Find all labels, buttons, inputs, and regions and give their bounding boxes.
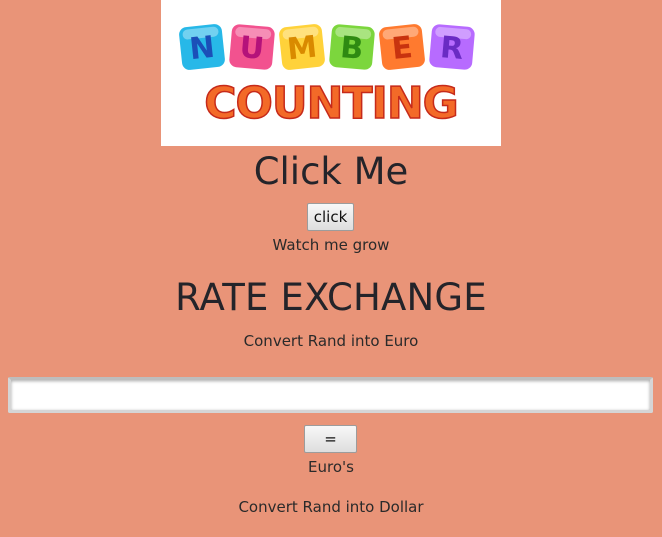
- svg-text:B: B: [339, 30, 365, 67]
- svg-text:U: U: [238, 30, 265, 67]
- watch-me-grow-text: Watch me grow: [272, 236, 390, 254]
- euro-result-text: Euro's: [308, 458, 354, 476]
- convert-equals-button[interactable]: =: [304, 425, 357, 453]
- convert-rand-dollar-label: Convert Rand into Dollar: [238, 498, 424, 516]
- click-me-heading: Click Me: [253, 150, 409, 193]
- logo-letter-block: M: [276, 21, 328, 73]
- logo-graphic: N U M B E RCOUNTINGCOUNTING: [176, 21, 478, 132]
- rand-amount-input[interactable]: [8, 377, 653, 413]
- click-button[interactable]: click: [307, 203, 354, 231]
- logo-letter-block: R: [426, 21, 478, 73]
- logo-letter-block: U: [226, 21, 278, 73]
- logo-letter-block: N: [176, 21, 228, 73]
- logo-letter-block: E: [376, 21, 428, 73]
- svg-text:N: N: [188, 30, 217, 67]
- svg-text:M: M: [285, 30, 318, 68]
- svg-text:R: R: [439, 30, 465, 67]
- rate-exchange-heading: RATE EXCHANGE: [175, 276, 487, 319]
- svg-text:E: E: [390, 30, 414, 67]
- number-counting-logo: N U M B E R COUNTING COUNTING: [161, 0, 501, 146]
- logo-counting-outline: COUNTING: [204, 78, 458, 129]
- convert-rand-euro-label: Convert Rand into Euro: [243, 332, 419, 350]
- logo-letter-block: B: [326, 21, 378, 73]
